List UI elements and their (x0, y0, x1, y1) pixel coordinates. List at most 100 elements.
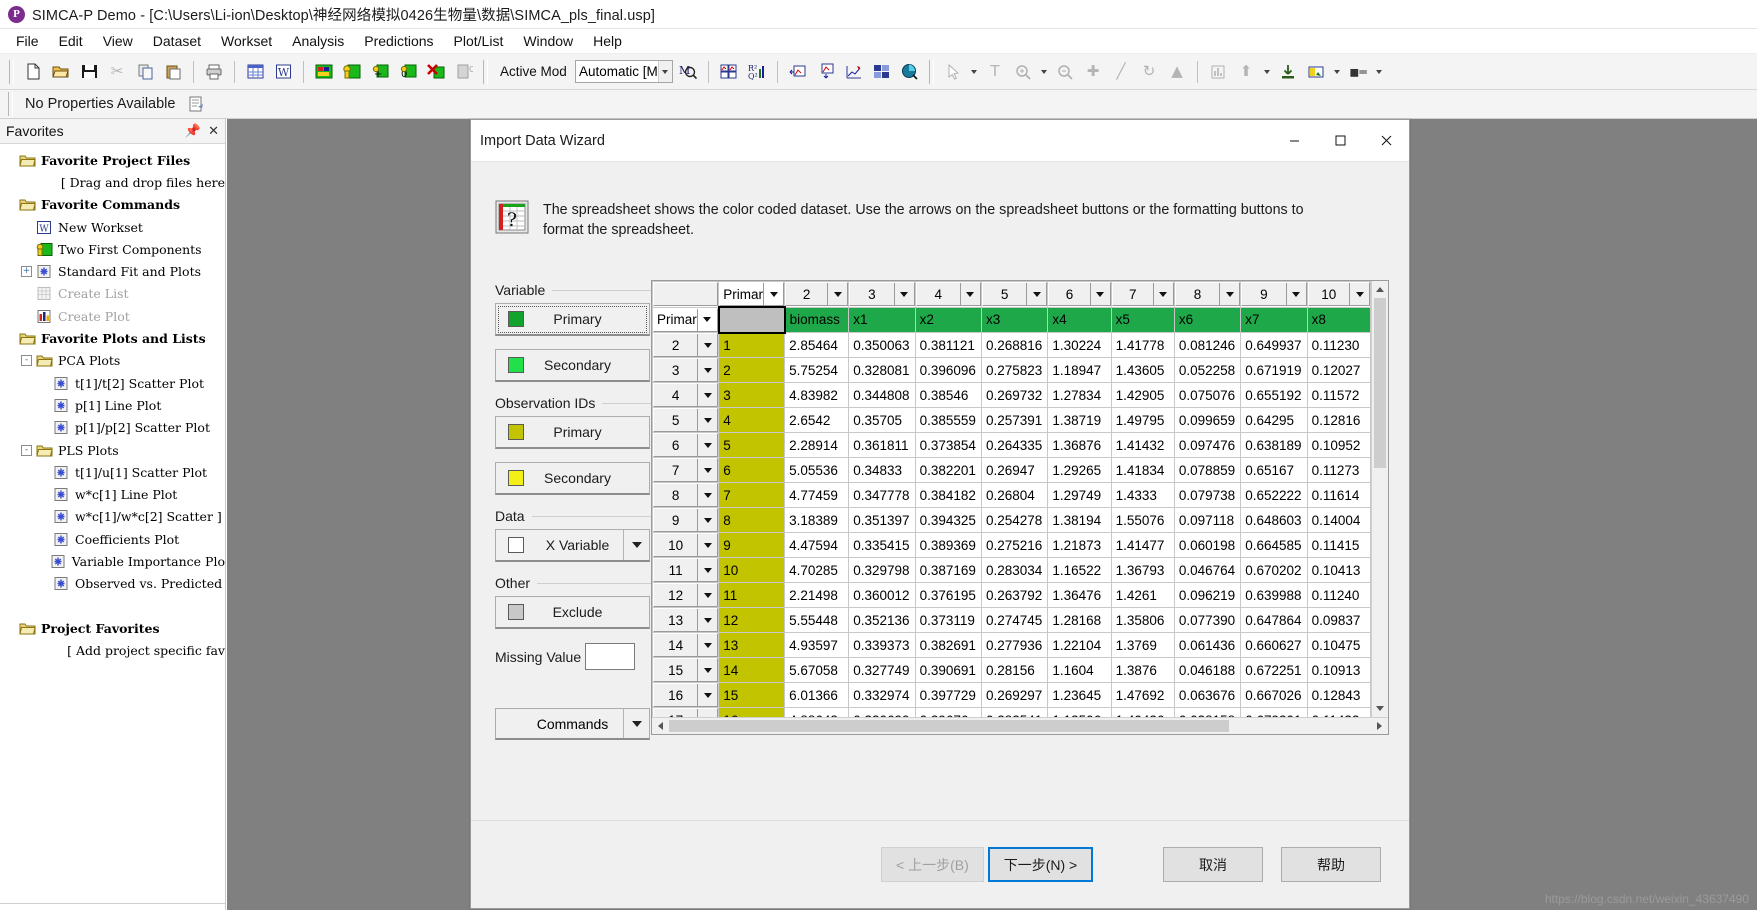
chevron-down-icon[interactable] (697, 409, 717, 432)
chevron-down-icon[interactable] (657, 61, 672, 82)
scatter-matrix-icon[interactable] (716, 59, 742, 85)
zero-component-icon[interactable]: 0 (395, 59, 421, 85)
data-cell[interactable]: 0.081246 (1173, 332, 1242, 359)
observation-id-cell[interactable]: 5 (718, 432, 786, 459)
data-cell[interactable]: 0.394325 (914, 507, 982, 534)
data-cell[interactable]: 0.11273 (1306, 457, 1371, 484)
chevron-down-icon[interactable] (696, 308, 717, 331)
variable-name-cell[interactable]: x2 (914, 306, 982, 334)
vertical-scrollbar[interactable] (1371, 281, 1388, 717)
scroll-left-button[interactable] (652, 718, 669, 734)
favorites-item[interactable]: [ Add project specific fav (0, 640, 225, 662)
data-cell[interactable]: 4.70285 (784, 557, 850, 584)
data-cell[interactable]: 0.335415 (848, 532, 916, 559)
tree-expander-icon[interactable]: + (21, 266, 32, 278)
data-cell[interactable]: 0.061436 (1173, 632, 1242, 659)
delete-model-icon[interactable] (423, 59, 449, 85)
spreadsheet-icon[interactable] (242, 59, 268, 85)
save-disk-icon[interactable] (76, 59, 102, 85)
data-cell[interactable]: 0.382201 (914, 457, 982, 484)
data-cell[interactable]: 2.85464 (784, 332, 850, 359)
data-cell[interactable]: 0.096219 (1173, 582, 1242, 609)
data-cell[interactable]: 1.30224 (1047, 332, 1112, 359)
minimize-icon[interactable] (1271, 120, 1317, 161)
data-cell[interactable]: 0.10913 (1306, 657, 1371, 684)
horizontal-scroll-thumb[interactable] (669, 720, 1229, 732)
row-header-cell[interactable]: 17 (652, 707, 720, 717)
menu-item-analysis[interactable]: Analysis (282, 30, 354, 52)
observation-id-cell[interactable]: 16 (718, 707, 786, 717)
column-header-cell[interactable]: Primar (718, 281, 786, 308)
properties-icon[interactable] (183, 91, 209, 117)
data-cell[interactable]: 0.671919 (1240, 357, 1308, 384)
other-exclude-button[interactable]: Exclude (495, 596, 650, 629)
data-cell[interactable]: 1.27834 (1047, 382, 1112, 409)
data-cell[interactable]: 0.254278 (980, 507, 1049, 534)
data-cell[interactable]: 0.283034 (980, 557, 1049, 584)
row-header-cell[interactable]: 14 (652, 632, 720, 659)
observation-id-cell[interactable]: 13 (718, 632, 786, 659)
data-cell[interactable]: 0.11240 (1306, 582, 1371, 609)
row-header-cell[interactable]: 4 (652, 382, 720, 409)
data-cell[interactable]: 1.41432 (1110, 432, 1175, 459)
data-cell[interactable]: 0.352136 (848, 607, 916, 634)
row-header-cell[interactable]: 15 (652, 657, 720, 684)
observation-primary-button[interactable]: Primary (495, 416, 650, 449)
favorites-item[interactable]: Create List (0, 283, 225, 305)
data-x-variable-button[interactable]: X Variable (495, 529, 650, 562)
data-cell[interactable]: 0.649937 (1240, 332, 1308, 359)
data-cell[interactable]: 4.83982 (784, 382, 850, 409)
data-cell[interactable]: 0.344808 (848, 382, 916, 409)
data-cell[interactable]: 2.21498 (784, 582, 850, 609)
observation-id-cell[interactable]: 10 (718, 557, 786, 584)
chevron-down-icon[interactable] (893, 283, 914, 306)
data-cell[interactable]: 1.41477 (1110, 532, 1175, 559)
data-cell[interactable]: 0.397729 (914, 682, 982, 709)
active-model-combo[interactable]: Automatic [M (575, 60, 673, 83)
data-cell[interactable]: 0.373119 (914, 607, 982, 634)
row-header-cell[interactable]: 8 (652, 482, 720, 509)
download-icon[interactable] (1275, 59, 1301, 85)
favorites-item[interactable]: Favorite Commands (0, 194, 225, 216)
chevron-down-icon[interactable] (763, 283, 783, 305)
data-cell[interactable]: 0.26804 (980, 482, 1049, 509)
data-cell[interactable]: 1.23645 (1047, 682, 1112, 709)
data-cell[interactable]: 1.1604 (1047, 657, 1112, 684)
row-header-cell[interactable]: 9 (652, 507, 720, 534)
data-cell[interactable]: 0.11415 (1306, 532, 1371, 559)
data-cell[interactable]: 1.13506 (1047, 707, 1112, 717)
data-cell[interactable]: 0.097118 (1173, 507, 1242, 534)
column-header-cell[interactable]: 9 (1240, 281, 1308, 308)
favorites-item[interactable]: [ Drag and drop files here (0, 171, 225, 193)
favorites-item[interactable]: + Standard Fit and Plots (0, 260, 225, 282)
data-cell[interactable]: 0.274745 (980, 607, 1049, 634)
menu-item-help[interactable]: Help (583, 30, 632, 52)
toolbar-grip[interactable] (483, 59, 488, 84)
data-cell[interactable]: 0.38546 (914, 382, 982, 409)
data-cell[interactable]: 0.672251 (1240, 657, 1308, 684)
favorites-item[interactable]: p[1]/p[2] Scatter Plot (0, 417, 225, 439)
data-cell[interactable]: 0.14004 (1306, 507, 1371, 534)
data-cell[interactable]: 0.097476 (1173, 432, 1242, 459)
chevron-down-icon[interactable] (697, 359, 717, 382)
data-cell[interactable]: 5.05536 (784, 457, 850, 484)
row-header-cell[interactable]: 6 (652, 432, 720, 459)
chevron-down-icon[interactable] (623, 709, 649, 738)
data-cell[interactable]: 0.350063 (848, 332, 916, 359)
observation-id-cell[interactable]: 14 (718, 657, 786, 684)
close-icon[interactable] (1363, 120, 1409, 161)
chevron-down-icon[interactable] (959, 283, 980, 306)
column-header-cell[interactable]: 4 (914, 281, 982, 308)
variable-name-cell[interactable]: biomass (784, 306, 850, 334)
data-cell[interactable]: 0.390691 (914, 657, 982, 684)
summary-plot-icon[interactable] (897, 59, 923, 85)
observation-id-cell[interactable]: 6 (718, 457, 786, 484)
data-cell[interactable]: 1.35806 (1110, 607, 1175, 634)
data-cell[interactable]: 1.38719 (1047, 407, 1112, 434)
data-cell[interactable]: 4.47594 (784, 532, 850, 559)
data-cell[interactable]: 1.29265 (1047, 457, 1112, 484)
cancel-button[interactable]: 取消 (1163, 847, 1263, 882)
row-header-cell[interactable]: 7 (652, 457, 720, 484)
selected-cell[interactable] (717, 306, 786, 334)
data-cell[interactable]: 1.36793 (1110, 557, 1175, 584)
